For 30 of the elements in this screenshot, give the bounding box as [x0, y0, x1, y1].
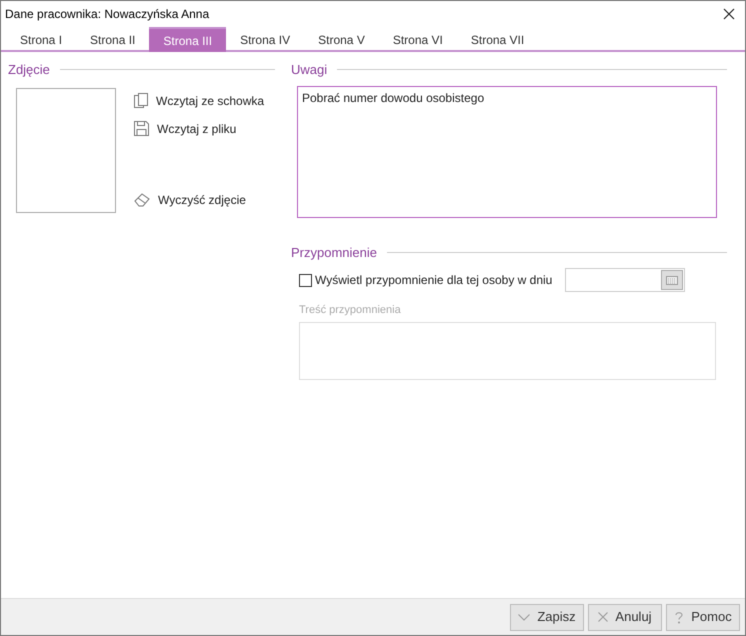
tab[interactable]: Strona III	[149, 27, 226, 52]
action-link[interactable]: Wczytaj z pliku	[134, 118, 274, 138]
calendar-button[interactable]	[661, 270, 683, 290]
checkbox-label: Wyświetl przypomnienie dla tej osoby w dniu	[315, 272, 552, 289]
help-button[interactable]: Pomoc	[666, 604, 740, 630]
notes-field[interactable]: Pobrać numer dowodu osobistego	[297, 86, 717, 218]
group-title: Przypomnienie	[291, 244, 377, 262]
tab[interactable]: Strona VI	[378, 27, 457, 52]
save-button[interactable]: Zapisz	[510, 604, 584, 630]
date-field[interactable]	[565, 268, 685, 292]
checkbox[interactable]	[299, 274, 312, 286]
close-icon[interactable]	[723, 8, 735, 20]
close-icon	[598, 612, 608, 622]
calendar-icon	[666, 276, 678, 284]
tab[interactable]: Strona II	[76, 27, 150, 52]
field-label: Treść przypomnienia	[299, 303, 402, 318]
tab[interactable]: Strona IV	[226, 27, 304, 52]
question-icon	[674, 610, 684, 624]
clipboard-icon	[134, 92, 148, 108]
action-link[interactable]: Wyczyść zdjęcie	[134, 190, 246, 210]
reminder-text-field[interactable]	[299, 322, 716, 380]
tab[interactable]: Strona I	[6, 27, 76, 52]
window-title: Dane pracownika: Nowaczyńska Anna	[5, 6, 210, 23]
cancel-button[interactable]: Anuluj	[588, 604, 662, 630]
action-link[interactable]: Wczytaj ze schowka	[134, 90, 274, 110]
group-title: Zdjęcie	[8, 61, 50, 79]
tab[interactable]: Strona VII	[456, 27, 538, 52]
group-title: Uwagi	[291, 61, 328, 79]
eraser-icon	[134, 192, 150, 206]
tab[interactable]: Strona V	[304, 27, 379, 52]
